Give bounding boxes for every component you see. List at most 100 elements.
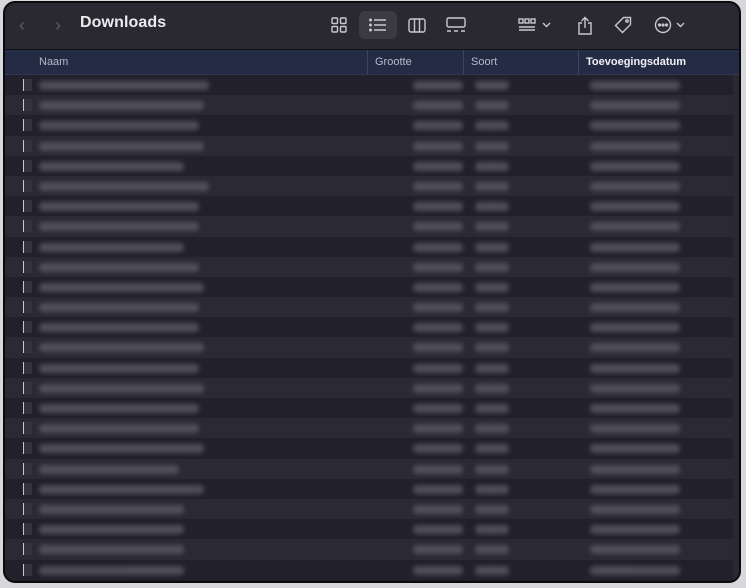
gallery-icon [446,17,466,32]
share-icon [578,16,592,35]
file-name-redacted [39,363,199,373]
file-row[interactable] [5,337,739,358]
file-date-redacted [590,404,680,413]
file-row[interactable] [5,135,739,156]
list-view-button[interactable] [359,11,397,39]
file-date-redacted [590,343,680,353]
file-kind-redacted [475,323,509,333]
file-name-redacted [39,242,184,252]
file-size-redacted [413,81,463,90]
tag-button[interactable] [609,11,637,39]
columns-icon [408,17,426,33]
file-icon [23,260,32,273]
file-row[interactable] [5,196,739,217]
gallery-view-button[interactable] [441,11,471,39]
chevron-right-icon[interactable]: › [49,15,67,35]
file-size-redacted [413,161,463,171]
file-date-redacted [590,504,680,514]
file-size-redacted [413,121,463,131]
file-row[interactable] [5,115,739,136]
file-icon [23,99,32,112]
file-icon [23,442,32,455]
icon-view-button[interactable] [325,11,353,39]
file-row[interactable] [5,559,739,580]
file-kind-redacted [475,262,509,272]
file-row[interactable] [5,458,739,479]
file-row[interactable] [5,438,739,459]
file-icon [23,341,32,354]
file-row[interactable] [5,256,739,277]
file-row[interactable] [5,539,739,560]
column-view-button[interactable] [403,11,431,39]
file-row[interactable] [5,175,739,197]
file-row[interactable] [5,95,739,116]
file-name-redacted [39,202,199,212]
file-kind-redacted [475,525,509,535]
column-header: Naam Grootte Soort Toevoegingsdatum [5,50,739,75]
file-date-redacted [590,484,680,494]
chevron-left-icon[interactable]: ‹ [13,15,31,35]
file-row[interactable] [5,519,739,540]
file-kind-redacted [475,343,509,353]
file-icon [23,119,32,132]
file-name-redacted [39,464,179,474]
file-size-redacted [413,504,463,514]
file-size-redacted [413,282,463,292]
file-name-redacted [39,81,209,90]
window-title: Downloads [80,14,167,31]
file-icon [23,502,32,515]
file-date-redacted [590,383,680,393]
file-icon [23,240,32,253]
file-kind-redacted [475,383,509,393]
file-kind-redacted [475,81,509,90]
file-icon [23,79,32,91]
tag-icon [614,16,632,34]
file-size-redacted [413,222,463,232]
file-row[interactable] [5,236,739,257]
file-kind-redacted [475,222,509,232]
file-name-redacted [39,343,204,353]
file-kind-redacted [475,141,509,151]
ellipsis-circle-icon [654,16,685,34]
file-icon [23,361,32,374]
share-button[interactable] [571,11,599,39]
file-kind-redacted [475,565,509,575]
file-row[interactable] [5,398,739,419]
file-icon [23,543,32,556]
file-row[interactable] [5,498,739,520]
more-button[interactable] [651,11,691,39]
column-name[interactable]: Naam [39,50,68,74]
group-button[interactable] [515,11,557,39]
file-icon [23,482,32,495]
file-row[interactable] [5,155,739,176]
group-grid-icon [518,18,551,31]
file-list[interactable] [5,75,739,581]
file-row[interactable] [5,317,739,338]
file-row[interactable] [5,216,739,237]
file-icon [23,179,32,192]
file-row[interactable] [5,297,739,318]
file-row[interactable] [5,357,739,378]
file-icon [23,159,32,172]
file-row[interactable] [5,418,739,439]
file-row[interactable] [5,75,739,96]
file-name-redacted [39,141,204,151]
file-kind-redacted [475,404,509,413]
file-row[interactable] [5,276,739,298]
toolbar: ‹ › Downloads [5,3,739,50]
file-size-redacted [413,545,463,555]
file-name-redacted [39,181,209,191]
grid-icon [331,17,347,33]
file-kind-redacted [475,464,509,474]
file-date-redacted [590,525,680,535]
column-date-added[interactable]: Toevoegingsdatum [578,50,686,74]
file-icon [23,402,32,414]
file-name-redacted [39,504,184,514]
file-date-redacted [590,101,680,111]
file-row[interactable] [5,478,739,499]
file-row[interactable] [5,377,739,398]
column-kind[interactable]: Soort [463,50,497,74]
column-size[interactable]: Grootte [367,50,412,74]
file-icon [23,301,32,314]
scrollbar-track[interactable] [733,75,739,581]
